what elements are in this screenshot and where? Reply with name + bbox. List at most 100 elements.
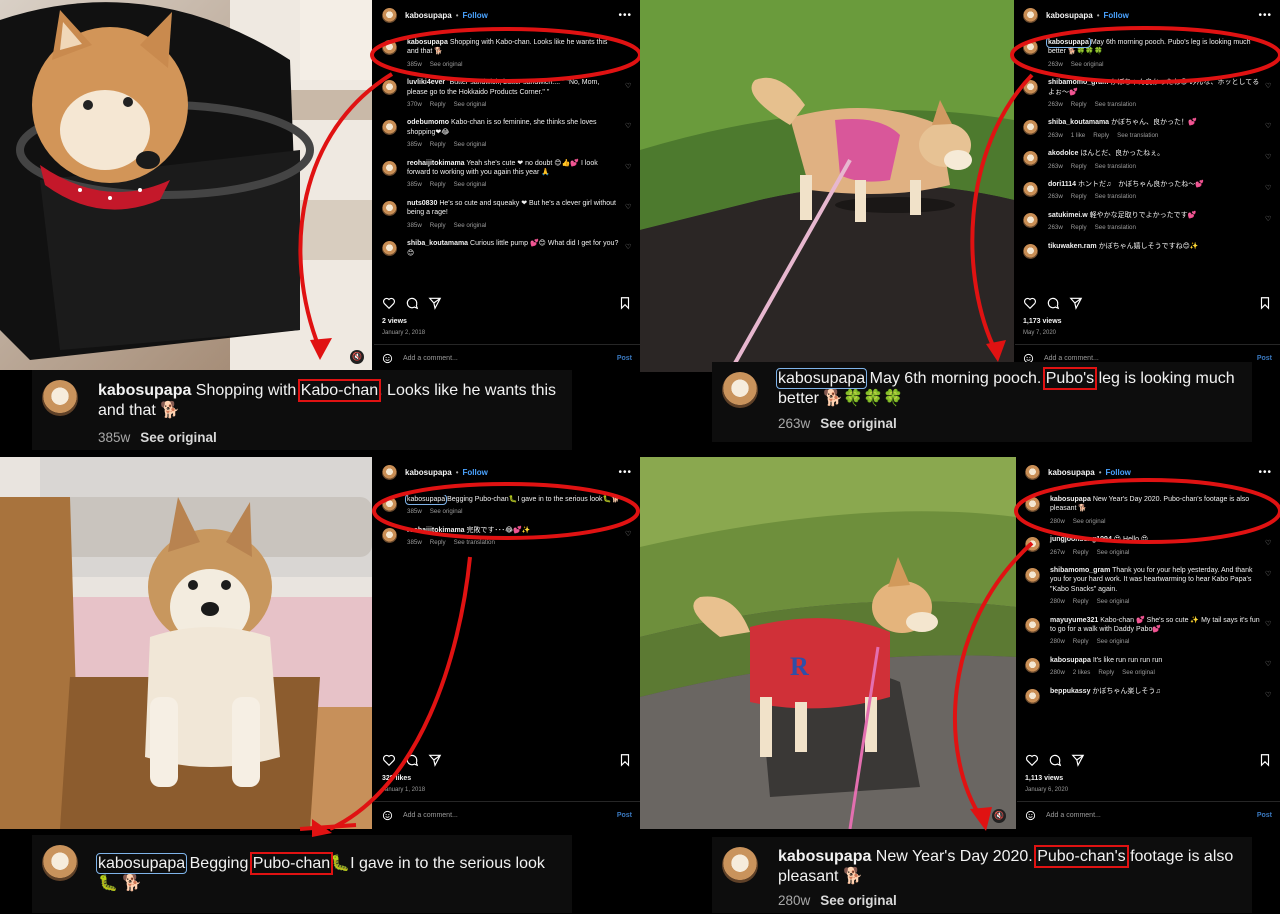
comment-user[interactable]: nuts0830 xyxy=(407,200,437,207)
avatar[interactable] xyxy=(1023,243,1038,259)
see-original-link[interactable]: See original xyxy=(454,141,487,148)
avatar[interactable] xyxy=(382,497,397,512)
share-icon[interactable] xyxy=(1071,753,1085,767)
add-comment-input[interactable]: Add a comment... xyxy=(403,812,458,819)
avatar[interactable] xyxy=(382,120,397,136)
see-original-link[interactable]: See original xyxy=(820,416,897,431)
heart-icon[interactable] xyxy=(1023,296,1037,310)
emoji-icon[interactable] xyxy=(382,810,393,821)
emoji-icon[interactable] xyxy=(382,353,393,364)
follow-button[interactable]: Follow xyxy=(463,468,488,477)
emoji-icon[interactable] xyxy=(1025,810,1036,821)
reply-link[interactable]: Reply xyxy=(1071,163,1087,170)
heart-icon[interactable]: ♡ xyxy=(625,204,632,211)
heart-icon[interactable]: ♡ xyxy=(1265,571,1272,578)
add-comment-input[interactable]: Add a comment... xyxy=(1044,355,1099,362)
reply-link[interactable]: Reply xyxy=(430,539,446,546)
comment-user[interactable]: shibamomo_gram xyxy=(1050,567,1110,574)
reply-link[interactable]: Reply xyxy=(1098,669,1114,676)
like-count[interactable]: 1 like xyxy=(1071,132,1085,139)
avatar[interactable] xyxy=(1023,182,1038,198)
reply-link[interactable]: Reply xyxy=(1071,101,1087,108)
more-options-icon[interactable]: ••• xyxy=(618,10,632,21)
follow-button[interactable]: Follow xyxy=(463,11,488,20)
see-translation-link[interactable]: See translation xyxy=(1095,163,1136,170)
see-original-link[interactable]: See original xyxy=(140,430,217,445)
add-comment-input[interactable]: Add a comment... xyxy=(403,355,458,362)
reply-link[interactable]: Reply xyxy=(430,141,446,148)
see-original-link[interactable]: See original xyxy=(1097,638,1130,645)
avatar[interactable] xyxy=(1023,80,1038,96)
heart-icon[interactable] xyxy=(1025,753,1039,767)
share-icon[interactable] xyxy=(1069,296,1083,310)
avatar[interactable] xyxy=(1023,151,1038,167)
heart-icon[interactable]: ♡ xyxy=(625,83,632,90)
avatar[interactable] xyxy=(382,160,397,176)
heart-icon[interactable]: ♡ xyxy=(1265,540,1272,547)
heart-icon[interactable]: ♡ xyxy=(1265,185,1272,192)
share-icon[interactable] xyxy=(428,296,442,310)
avatar[interactable] xyxy=(382,80,397,96)
share-icon[interactable] xyxy=(428,753,442,767)
reply-link[interactable]: Reply xyxy=(1073,638,1089,645)
see-original-link[interactable]: See original xyxy=(430,508,463,515)
avatar[interactable] xyxy=(1023,7,1038,23)
avatar[interactable] xyxy=(1023,212,1038,228)
comment-user[interactable]: kabosupapa xyxy=(1050,496,1091,503)
avatar[interactable] xyxy=(1025,464,1040,480)
comment-user[interactable]: kabosupapa xyxy=(1050,657,1091,664)
heart-icon[interactable]: ♡ xyxy=(625,244,632,251)
comment-user[interactable]: beppukassy xyxy=(1050,688,1090,695)
bookmark-icon[interactable] xyxy=(1258,753,1272,767)
reply-link[interactable]: Reply xyxy=(1093,132,1109,139)
comment-icon[interactable] xyxy=(405,753,419,767)
comment-user[interactable]: kabosupapa xyxy=(1046,38,1091,48)
mute-icon[interactable]: 🔇 xyxy=(992,809,1006,823)
avatar[interactable] xyxy=(382,7,397,23)
bookmark-icon[interactable] xyxy=(618,753,632,767)
comment-user[interactable]: shiba_koutamama xyxy=(407,240,468,247)
comment-user[interactable]: luvliki4ever xyxy=(407,79,445,86)
see-original-link[interactable]: See original xyxy=(454,181,487,188)
reply-link[interactable]: Reply xyxy=(430,181,446,188)
avatar[interactable] xyxy=(1023,40,1038,55)
comment-user[interactable]: reohaijitokimama xyxy=(407,160,465,167)
heart-icon[interactable]: ♡ xyxy=(1265,83,1272,90)
reply-link[interactable]: Reply xyxy=(1073,598,1089,605)
heart-icon[interactable]: ♡ xyxy=(1265,621,1272,628)
like-count[interactable]: 328 likes xyxy=(382,775,411,782)
avatar[interactable] xyxy=(1025,617,1040,633)
mute-icon[interactable]: 🔇 xyxy=(350,350,364,364)
avatar[interactable] xyxy=(1025,497,1040,512)
comment-user[interactable]: akodolce xyxy=(1048,150,1078,157)
add-comment-input[interactable]: Add a comment... xyxy=(1046,812,1101,819)
comment-user[interactable]: jungjoonsung1994 xyxy=(1050,536,1112,543)
see-original-link[interactable]: See original xyxy=(1097,549,1130,556)
reply-link[interactable]: Reply xyxy=(430,101,446,108)
avatar[interactable] xyxy=(1025,657,1040,673)
more-options-icon[interactable]: ••• xyxy=(618,467,632,478)
heart-icon[interactable]: ♡ xyxy=(1265,216,1272,223)
username-link[interactable]: kabosupapa xyxy=(405,468,452,477)
avatar[interactable] xyxy=(382,527,397,543)
comment-user[interactable]: mayuyume321 xyxy=(1050,617,1098,624)
avatar[interactable] xyxy=(382,464,397,480)
avatar[interactable] xyxy=(382,241,397,257)
like-count[interactable]: 2 likes xyxy=(1073,669,1091,676)
avatar[interactable] xyxy=(1025,537,1040,553)
username-link[interactable]: kabosupapa xyxy=(1048,468,1095,477)
heart-icon[interactable] xyxy=(382,296,396,310)
reply-link[interactable]: Reply xyxy=(1073,549,1089,556)
follow-button[interactable]: Follow xyxy=(1104,11,1129,20)
avatar[interactable] xyxy=(382,40,397,55)
post-button[interactable]: Post xyxy=(617,812,632,819)
see-original-link[interactable]: See original xyxy=(454,222,487,229)
heart-icon[interactable]: ♡ xyxy=(625,531,632,538)
more-options-icon[interactable]: ••• xyxy=(1258,467,1272,478)
comment-icon[interactable] xyxy=(1046,296,1060,310)
post-button[interactable]: Post xyxy=(1257,812,1272,819)
comment-user[interactable]: dori1114 xyxy=(1048,181,1076,188)
post-button[interactable]: Post xyxy=(1257,355,1272,362)
username-link[interactable]: kabosupapa xyxy=(405,11,452,20)
heart-icon[interactable]: ♡ xyxy=(625,123,632,130)
